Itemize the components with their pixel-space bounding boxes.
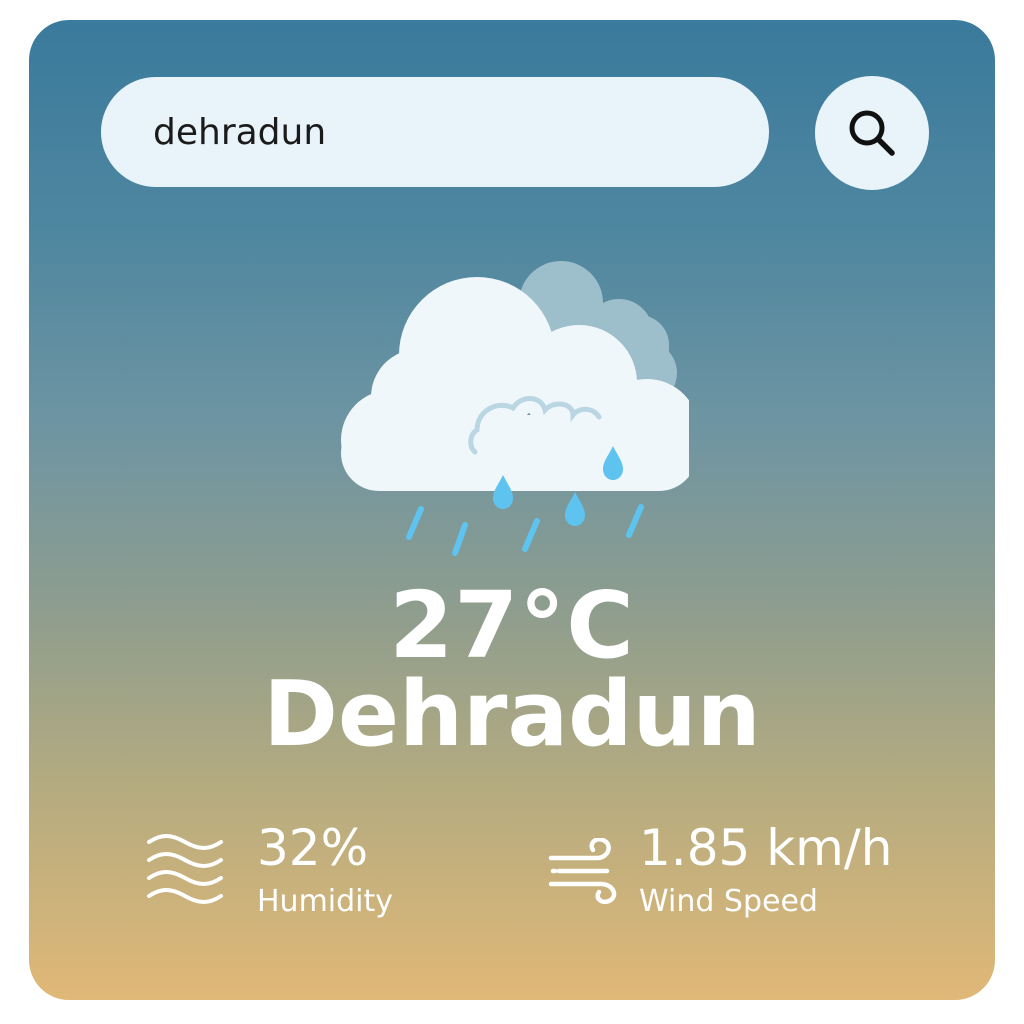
humidity-label: Humidity <box>257 884 394 919</box>
humidity-icon <box>147 834 223 904</box>
wind-speed-value: 1.85 km/h <box>639 819 893 877</box>
wind-icon <box>548 838 617 904</box>
search-button[interactable] <box>815 76 929 190</box>
city-name: Dehradun <box>263 662 761 767</box>
wind-speed-label: Wind Speed <box>639 884 818 919</box>
humidity-stat: 32% Humidity <box>257 823 393 917</box>
humidity-value: 32% <box>257 819 369 877</box>
search-icon <box>849 110 895 156</box>
search-input[interactable] <box>153 111 713 153</box>
temperature-value: 27°C <box>389 572 635 679</box>
rain-cloud-icon <box>341 261 689 556</box>
weather-card: 27°C Dehradun 32% Humidity 1.85 km/h Win… <box>29 20 995 1000</box>
wind-stat: 1.85 km/h Wind Speed <box>639 823 892 917</box>
search-bar[interactable] <box>101 77 769 187</box>
